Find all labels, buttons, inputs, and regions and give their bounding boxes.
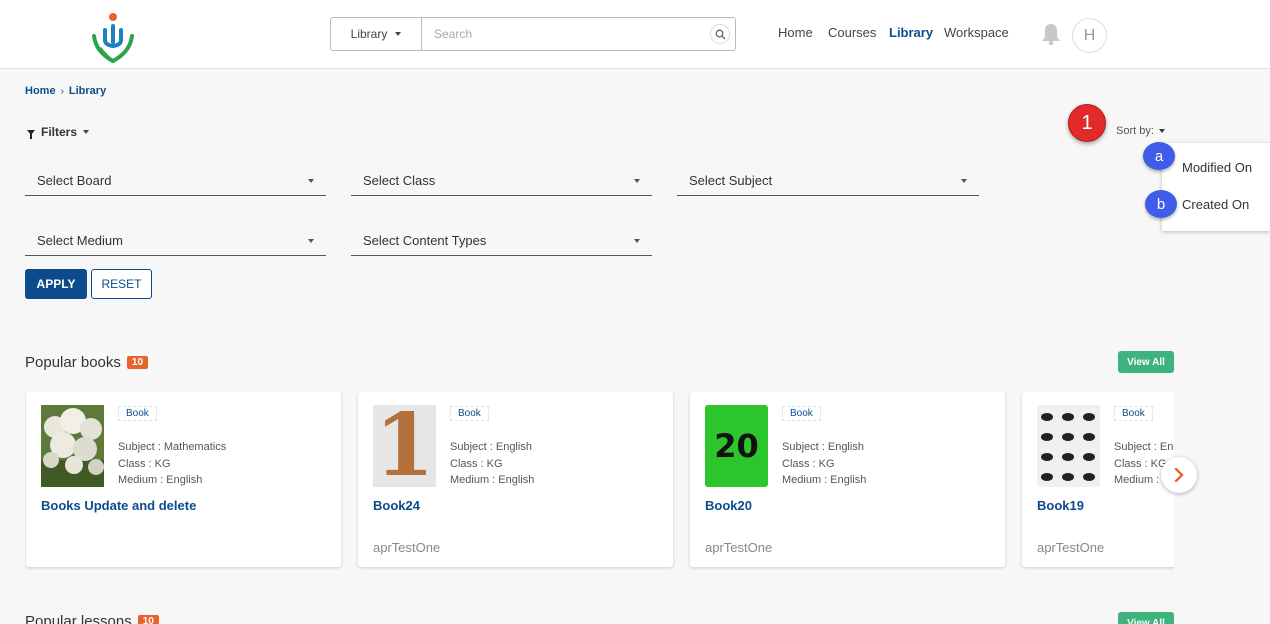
nav-courses[interactable]: Courses <box>828 25 876 40</box>
medium-select-label: Select Medium <box>37 233 123 248</box>
search-scope-select[interactable]: Library <box>331 18 422 50</box>
filters-label: Filters <box>41 125 78 139</box>
cauliflower-thumbnail <box>41 405 104 487</box>
breadcrumb-home[interactable]: Home <box>25 85 56 97</box>
card-title[interactable]: Book20 <box>705 498 752 513</box>
card-org: aprTestOne <box>373 540 441 555</box>
card-class: Class : KG <box>1114 458 1167 470</box>
chevron-right-icon: › <box>60 85 64 97</box>
card-subject: Subject : English <box>782 441 864 453</box>
card-subject: Subject : English <box>450 441 532 453</box>
card-subject: Subject : English <box>1114 441 1174 453</box>
search-bar: Library <box>330 17 736 51</box>
sort-by-dropdown[interactable]: Sort by: <box>1116 125 1165 137</box>
number-thumbnail: 20 <box>705 405 768 487</box>
class-select-label: Select Class <box>363 173 436 188</box>
crows-thumbnail <box>1037 405 1100 487</box>
callout-marker-b: b <box>1145 190 1177 218</box>
chevron-down-icon <box>961 178 967 183</box>
card-class: Class : KG <box>450 458 503 470</box>
sort-option-created-on[interactable]: Created On <box>1182 197 1249 212</box>
nav-home[interactable]: Home <box>778 25 813 40</box>
content-types-select-label: Select Content Types <box>363 233 487 248</box>
sort-menu: Modified On Created On <box>1162 143 1270 231</box>
content-card[interactable]: Book Subject : Mathematics Class : KG Me… <box>26 392 341 567</box>
thumbnail-text: 1 <box>374 405 435 487</box>
search-button[interactable] <box>705 18 735 50</box>
subject-select-label: Select Subject <box>689 173 773 188</box>
card-medium: Medium : English <box>118 474 203 486</box>
reset-button[interactable]: RESET <box>91 269 152 299</box>
count-badge: 10 <box>126 356 149 369</box>
callout-marker-a: a <box>1143 142 1175 170</box>
view-all-books-button[interactable]: View All <box>1118 351 1174 373</box>
popular-lessons-heading: Popular lessons 10 <box>25 613 159 624</box>
content-type-badge: Book <box>782 406 821 421</box>
chevron-down-icon <box>83 130 90 134</box>
content-card[interactable]: 1 Book Subject : English Class : KG Medi… <box>358 392 673 567</box>
search-icon <box>710 24 730 44</box>
content-type-badge: Book <box>450 406 489 421</box>
chevron-down-icon <box>1158 129 1165 133</box>
books-carousel: Book Subject : Mathematics Class : KG Me… <box>25 392 1174 572</box>
subject-select[interactable]: Select Subject <box>677 166 979 196</box>
nav-workspace[interactable]: Workspace <box>944 25 1009 40</box>
count-badge: 10 <box>137 615 159 624</box>
card-medium: Medium : English <box>782 474 867 486</box>
nav-library[interactable]: Library <box>889 25 933 40</box>
card-medium: Medium : English <box>450 474 535 486</box>
chevron-down-icon <box>308 178 314 183</box>
board-select-label: Select Board <box>37 173 112 188</box>
avatar[interactable]: H <box>1072 18 1107 53</box>
view-all-lessons-button[interactable]: View All <box>1118 612 1174 624</box>
content-card[interactable]: Book Subject : English Class : KG Medium… <box>1022 392 1174 567</box>
medium-select[interactable]: Select Medium <box>25 226 326 256</box>
bell-icon[interactable] <box>1040 22 1062 46</box>
top-header: Library Home Courses Library Workspace H <box>0 0 1270 69</box>
card-org: aprTestOne <box>1037 540 1105 555</box>
sort-option-modified-on[interactable]: Modified On <box>1182 160 1252 175</box>
card-class: Class : KG <box>782 458 835 470</box>
content-type-badge: Book <box>1114 406 1153 421</box>
number-thumbnail: 1 <box>373 405 436 487</box>
chevron-down-icon <box>634 238 640 243</box>
apply-button[interactable]: APPLY <box>25 269 87 299</box>
class-select[interactable]: Select Class <box>351 166 652 196</box>
popular-books-heading: Popular books 10 <box>25 354 149 371</box>
section-title: Popular lessons <box>25 613 132 624</box>
breadcrumb-current: Library <box>68 85 107 97</box>
card-subject: Subject : Mathematics <box>118 441 227 453</box>
card-title[interactable]: Book19 <box>1037 498 1084 513</box>
filters-toggle[interactable]: Filters <box>27 125 90 139</box>
chevron-down-icon <box>308 238 314 243</box>
search-input[interactable] <box>422 18 705 50</box>
card-title[interactable]: Books Update and delete <box>41 498 196 513</box>
carousel-next-button[interactable] <box>1161 457 1197 493</box>
chevron-down-icon <box>395 32 402 36</box>
sort-by-label: Sort by: <box>1116 125 1154 137</box>
filter-icon <box>27 129 35 139</box>
breadcrumb: Home › Library <box>25 85 106 97</box>
logo[interactable] <box>88 12 138 64</box>
search-scope-label: Library <box>350 27 388 41</box>
content-card[interactable]: 20 Book Subject : English Class : KG Med… <box>690 392 1005 567</box>
chevron-down-icon <box>634 178 640 183</box>
board-select[interactable]: Select Board <box>25 166 326 196</box>
callout-marker-1: 1 <box>1068 104 1106 142</box>
content-type-badge: Book <box>118 406 157 421</box>
card-class: Class : KG <box>118 458 171 470</box>
card-org: aprTestOne <box>705 540 773 555</box>
content-types-select[interactable]: Select Content Types <box>351 226 652 256</box>
chevron-right-icon <box>1174 468 1184 482</box>
section-title: Popular books <box>25 354 121 371</box>
thumbnail-text: 20 <box>714 427 759 465</box>
card-title[interactable]: Book24 <box>373 498 420 513</box>
